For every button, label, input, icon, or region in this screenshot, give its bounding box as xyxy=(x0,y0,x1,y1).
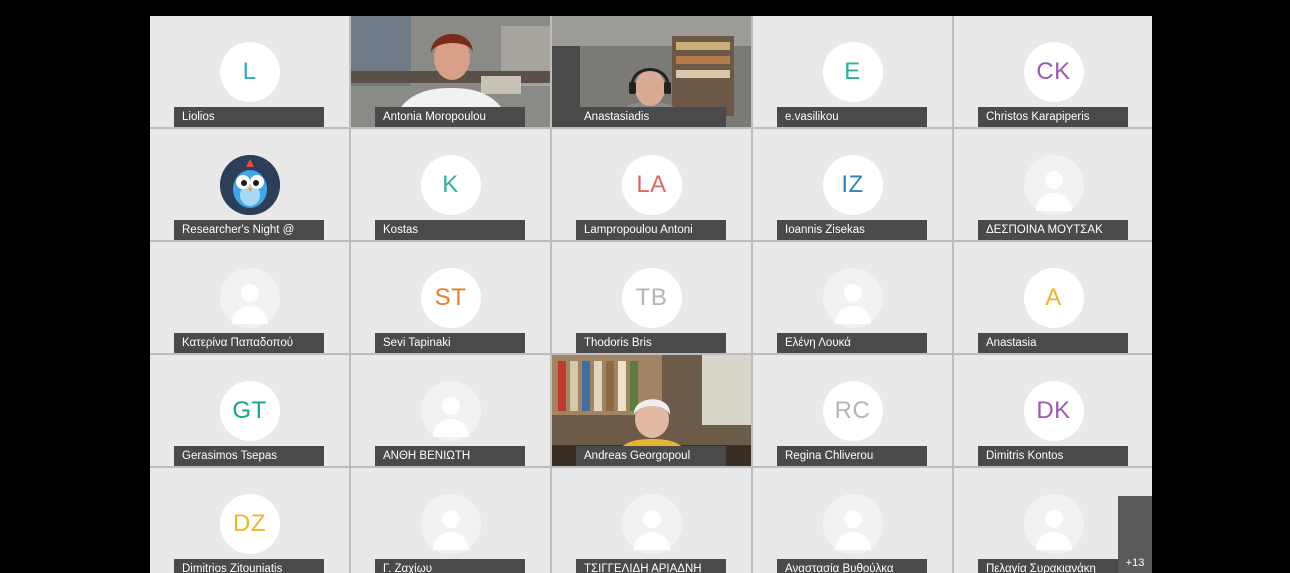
participant-name: Anastasia xyxy=(978,333,1128,353)
participant-tile[interactable]: Αναστασία Βυθούλκα xyxy=(753,468,952,573)
participant-initials-avatar: E xyxy=(822,42,883,102)
participant-initials-avatar: A xyxy=(1023,268,1084,328)
participant-initials-avatar: DZ xyxy=(219,494,280,554)
participant-name: Researcher's Night @ xyxy=(174,220,324,240)
participant-tile[interactable]: ST Sevi Tapinaki xyxy=(351,242,550,353)
participant-name: Αναστασία Βυθούλκα xyxy=(777,559,927,573)
user-placeholder-icon xyxy=(420,381,481,441)
participant-name: Κατερίνα Παπαδοπού xyxy=(174,333,324,353)
participant-tile[interactable]: IZ Ioannis Zisekas xyxy=(753,129,952,240)
participant-tile[interactable]: Antonia Moropoulou xyxy=(351,16,550,127)
user-placeholder-icon xyxy=(822,268,883,328)
participant-tile[interactable]: CK Christos Karapiperis xyxy=(954,16,1152,127)
user-placeholder-icon xyxy=(1023,155,1084,215)
participant-tile[interactable]: ΑΝΘΗ ΒΕΝΙΩΤΗ xyxy=(351,355,550,466)
participant-name: Thodoris Bris xyxy=(576,333,726,353)
participant-name: ΑΝΘΗ ΒΕΝΙΩΤΗ xyxy=(375,446,525,466)
participant-initials-avatar: DK xyxy=(1023,381,1084,441)
participant-initials-avatar: ST xyxy=(420,268,481,328)
participant-tile[interactable]: Anastasiadis xyxy=(552,16,751,127)
participant-name: Dimitrios Zitouniatis xyxy=(174,559,324,573)
participant-name: Kostas xyxy=(375,220,525,240)
user-placeholder-icon xyxy=(420,494,481,554)
participant-initials-avatar: IZ xyxy=(822,155,883,215)
participant-name: e.vasilikou xyxy=(777,107,927,127)
participant-name: Ioannis Zisekas xyxy=(777,220,927,240)
user-placeholder-icon xyxy=(219,268,280,328)
user-placeholder-icon xyxy=(822,494,883,554)
participant-tile[interactable]: K Kostas xyxy=(351,129,550,240)
participant-name: Anastasiadis xyxy=(576,107,726,127)
participant-tile[interactable]: Ελένη Λουκά xyxy=(753,242,952,353)
participant-tile[interactable]: ΔΕΣΠΟΙΝΑ ΜΟΥΤΣΑΚ xyxy=(954,129,1152,240)
participant-name: ΤΣΙΓΓΕΛΙΔΗ ΑΡΙΑΔΝΗ xyxy=(576,559,726,573)
participant-name: Dimitris Kontos xyxy=(978,446,1128,466)
participant-name: Antonia Moropoulou xyxy=(375,107,525,127)
participant-tile[interactable]: RC Regina Chliverou xyxy=(753,355,952,466)
participant-initials-avatar: L xyxy=(219,42,280,102)
participant-tile[interactable]: Ee.vasilikou xyxy=(753,16,952,127)
participant-tile[interactable]: Andreas Georgopoul xyxy=(552,355,751,466)
participant-tile[interactable]: TB Thodoris Bris xyxy=(552,242,751,353)
participant-tile[interactable]: L Liolios xyxy=(150,16,349,127)
more-participants-button[interactable]: +13 xyxy=(1118,496,1152,573)
participant-initials-avatar: RC xyxy=(822,381,883,441)
participant-name: Sevi Tapinaki xyxy=(375,333,525,353)
participant-name: ΔΕΣΠΟΙΝΑ ΜΟΥΤΣΑΚ xyxy=(978,220,1128,240)
participant-name: Πελαγία Συρακιανάκη xyxy=(978,559,1128,573)
participant-tile[interactable]: LA Lampropoulou Antoni xyxy=(552,129,751,240)
participant-initials-avatar: CK xyxy=(1023,42,1084,102)
participant-initials-avatar: K xyxy=(420,155,481,215)
participant-name: Christos Karapiperis xyxy=(978,107,1128,127)
participant-initials-avatar: LA xyxy=(621,155,682,215)
participant-tile[interactable]: DK Dimitris Kontos xyxy=(954,355,1152,466)
participant-tile[interactable]: Κατερίνα Παπαδοπού xyxy=(150,242,349,353)
participant-tile[interactable]: ΤΣΙΓΓΕΛΙΔΗ ΑΡΙΑΔΝΗ xyxy=(552,468,751,573)
owl-mascot-icon xyxy=(219,155,280,215)
participant-name: Gerasimos Tsepas xyxy=(174,446,324,466)
participant-tile[interactable]: GT Gerasimos Tsepas xyxy=(150,355,349,466)
participant-name: Lampropoulou Antoni xyxy=(576,220,726,240)
user-placeholder-icon xyxy=(1023,494,1084,554)
participant-initials-avatar: TB xyxy=(621,268,682,328)
participant-tile[interactable]: A Anastasia xyxy=(954,242,1152,353)
participant-tile[interactable]: Researcher's Night @ xyxy=(150,129,349,240)
user-placeholder-icon xyxy=(621,494,682,554)
participant-initials-avatar: GT xyxy=(219,381,280,441)
participant-tile[interactable]: Γ. Ζαχίωυ xyxy=(351,468,550,573)
participant-grid: L Liolios Antonia Moropoulou Anastasiadis… xyxy=(150,16,1152,573)
participant-name: Γ. Ζαχίωυ xyxy=(375,559,525,573)
participant-name: Ελένη Λουκά xyxy=(777,333,927,353)
participant-name: Andreas Georgopoul xyxy=(576,446,726,466)
participant-name: Regina Chliverou xyxy=(777,446,927,466)
participant-name: Liolios xyxy=(174,107,324,127)
participant-tile[interactable]: DZ Dimitrios Zitouniatis xyxy=(150,468,349,573)
more-participants-count: +13 xyxy=(1125,557,1145,569)
